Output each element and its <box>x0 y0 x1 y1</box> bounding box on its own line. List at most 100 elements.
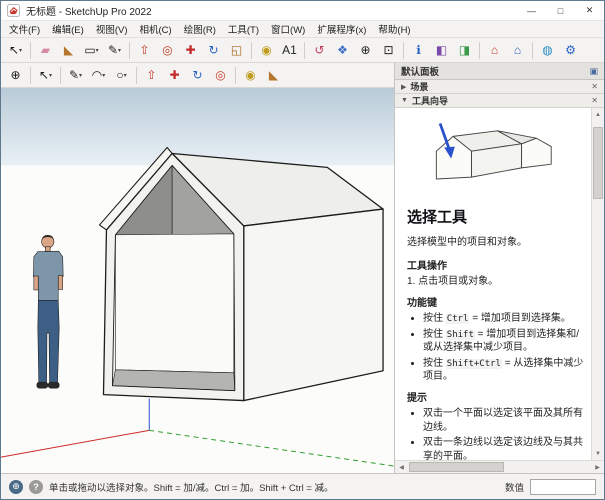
select-tool-icon[interactable]: ↖▾ <box>4 39 27 61</box>
house-model[interactable] <box>99 148 383 401</box>
geolocation-toolbar-icon[interactable]: ◍ <box>536 39 559 61</box>
tool-glyph: ⊡ <box>383 44 393 56</box>
vertical-scrollbar[interactable]: ▲ ▼ <box>591 108 604 460</box>
line-tool-icon[interactable]: ✎▾ <box>103 39 126 61</box>
warehouse-3d-icon[interactable]: ⌂ <box>483 39 506 61</box>
move-tool-icon[interactable]: ✚ <box>163 64 186 86</box>
shapes-tool-icon[interactable]: ▭▾ <box>80 39 103 61</box>
thumb-right-gable <box>522 138 552 168</box>
push-pull-tool-icon[interactable]: ⇧ <box>133 39 156 61</box>
hscroll-thumb[interactable] <box>409 462 504 472</box>
horizontal-scrollbar[interactable]: ◀ ▶ <box>395 460 604 473</box>
modifier-item: 按住 Ctrl = 增加项目到选择集。 <box>423 312 586 326</box>
eraser-tool-icon[interactable]: ▰ <box>34 39 57 61</box>
zoom-extents-tool-icon[interactable]: ⊡ <box>377 39 400 61</box>
menu-camera[interactable]: 相机(C) <box>133 22 177 36</box>
toolbar-secondary: ⊕ ↖▾ ✎▾◠▾○▾ ⇧✚ ↻ ◎ ◉ ◣ <box>1 63 394 88</box>
modifier-list: 按住 Ctrl = 增加项目到选择集。按住 Shift = 增加项目到选择集和/… <box>407 312 586 384</box>
styles-icon[interactable]: ◨ <box>453 39 476 61</box>
close-button[interactable]: ✕ <box>575 1 604 20</box>
menu-edit[interactable]: 编辑(E) <box>46 22 90 36</box>
panel-section-scenes[interactable]: ▶ 场景 ✕ <box>395 80 604 94</box>
person-neck <box>45 247 50 251</box>
tool-glyph: ◎ <box>215 69 225 81</box>
scroll-up-icon[interactable]: ▲ <box>592 108 604 121</box>
offset-tool-icon[interactable]: ◎ <box>156 39 179 61</box>
status-bar: ⊕ ? 单击或拖动以选择对象。Shift = 加/减。Ctrl = 加。Shif… <box>1 473 604 499</box>
tool-glyph: ◣ <box>64 44 73 56</box>
pan-tool-icon[interactable]: ❖ <box>331 39 354 61</box>
settings-icon[interactable]: ⚙ <box>559 39 582 61</box>
tool-glyph: ◎ <box>162 44 172 56</box>
panel-section-instructor[interactable]: ▼ 工具向导 ✕ <box>395 94 604 108</box>
interior-back-wall[interactable] <box>115 234 233 373</box>
maximize-button[interactable]: □ <box>546 1 575 20</box>
menu-file[interactable]: 文件(F) <box>3 22 46 36</box>
scroll-right-icon[interactable]: ▶ <box>591 461 604 473</box>
menu-tools[interactable]: 工具(T) <box>222 22 265 36</box>
dropdown-caret-icon: ▾ <box>96 47 99 54</box>
circle-tool-icon[interactable]: ○▾ <box>110 64 133 86</box>
modifier-item: 按住 Shift = 增加项目到选择集和/或从选择集中减少项目。 <box>423 328 586 355</box>
question-glyph: ? <box>33 482 39 492</box>
tool-glyph: ✚ <box>185 44 195 56</box>
paint-bucket-tool-icon[interactable]: ◣ <box>57 39 80 61</box>
hscroll-track[interactable] <box>408 461 591 473</box>
model-info-icon[interactable]: ℹ <box>407 39 430 61</box>
zoom-tool-icon[interactable]: ⊕ <box>354 39 377 61</box>
scale-tool-icon[interactable]: ◱ <box>225 39 248 61</box>
push-pull-tool-icon[interactable]: ⇧ <box>140 64 163 86</box>
tool-group: ⇧✚ ↻ ◎ <box>140 64 232 86</box>
close-icon[interactable]: ✕ <box>591 82 598 91</box>
scroll-left-icon[interactable]: ◀ <box>395 461 408 473</box>
tape-measure-tool-icon[interactable]: ◉ <box>255 39 278 61</box>
toolbar-separator <box>30 42 31 59</box>
menu-help[interactable]: 帮助(H) <box>372 22 416 36</box>
line-tool-icon[interactable]: ✎▾ <box>64 64 87 86</box>
offset-tool-icon[interactable]: ◎ <box>209 64 232 86</box>
orbit-tool-icon[interactable]: ↺ <box>308 39 331 61</box>
scroll-down-icon[interactable]: ▼ <box>592 447 604 460</box>
right-wall-face[interactable] <box>244 209 383 401</box>
text-tool-icon[interactable]: A1 <box>278 39 301 61</box>
tool-glyph: ℹ <box>416 44 421 56</box>
instructor-panel: 选择工具 选择模型中的项目和对象。 工具操作 1. 点击项目或对象。 功能键 按… <box>395 108 604 460</box>
main-area: ⊕ ↖▾ ✎▾◠▾○▾ ⇧✚ ↻ ◎ ◉ ◣ <box>1 63 604 473</box>
geolocation-icon[interactable]: ⊕ <box>9 480 23 494</box>
panel-dock-icon[interactable]: ▣ <box>589 66 598 77</box>
select-tool-icon[interactable]: ↖▾ <box>34 64 57 86</box>
dropdown-caret-icon: ▾ <box>102 72 105 79</box>
help-icon[interactable]: ? <box>29 480 43 494</box>
person-right-arm <box>58 276 62 290</box>
menu-extensions[interactable]: 扩展程序(x) <box>311 22 372 36</box>
tool-group: ✎▾◠▾○▾ <box>64 64 133 86</box>
close-icon[interactable]: ✕ <box>591 96 598 105</box>
menu-view[interactable]: 视图(V) <box>90 22 134 36</box>
viewport-canvas[interactable] <box>1 88 394 473</box>
tool-glyph: ◉ <box>245 69 255 81</box>
sky <box>1 88 394 165</box>
tool-glyph: ⌂ <box>514 44 521 56</box>
scroll-track[interactable] <box>592 121 604 447</box>
section-title: 工具向导 <box>412 94 448 107</box>
extension-warehouse-icon[interactable]: ⌂ <box>506 39 529 61</box>
menu-draw[interactable]: 绘图(R) <box>178 22 222 36</box>
move-tool-icon[interactable]: ✚ <box>179 39 202 61</box>
arc-tool-icon[interactable]: ◠▾ <box>87 64 110 86</box>
tool-glyph: ↻ <box>192 69 202 81</box>
rotate-tool-icon[interactable]: ↻ <box>186 64 209 86</box>
viewport[interactable] <box>1 88 394 473</box>
rotate-tool-icon[interactable]: ↻ <box>202 39 225 61</box>
materials-icon[interactable]: ◧ <box>430 39 453 61</box>
paint-bucket-tool-icon[interactable]: ◣ <box>262 64 285 86</box>
title-bar: 无标题 - SketchUp Pro 2022 — □ ✕ <box>1 1 604 21</box>
measurement-input[interactable] <box>530 479 596 495</box>
scroll-thumb[interactable] <box>593 127 603 199</box>
tips-list: 双击一个平面以选定该平面及其所有边线。双击一条边线以选定该边线及与其共享的平面。 <box>407 407 586 460</box>
zoom-window-tool-icon[interactable]: ⊕ <box>4 64 27 86</box>
tool-glyph: ◣ <box>269 69 278 81</box>
minimize-button[interactable]: — <box>517 1 546 20</box>
menu-bar: 文件(F)编辑(E)视图(V)相机(C)绘图(R)工具(T)窗口(W)扩展程序(… <box>1 21 604 38</box>
menu-window[interactable]: 窗口(W) <box>265 22 311 36</box>
tape-measure-tool-icon[interactable]: ◉ <box>239 64 262 86</box>
